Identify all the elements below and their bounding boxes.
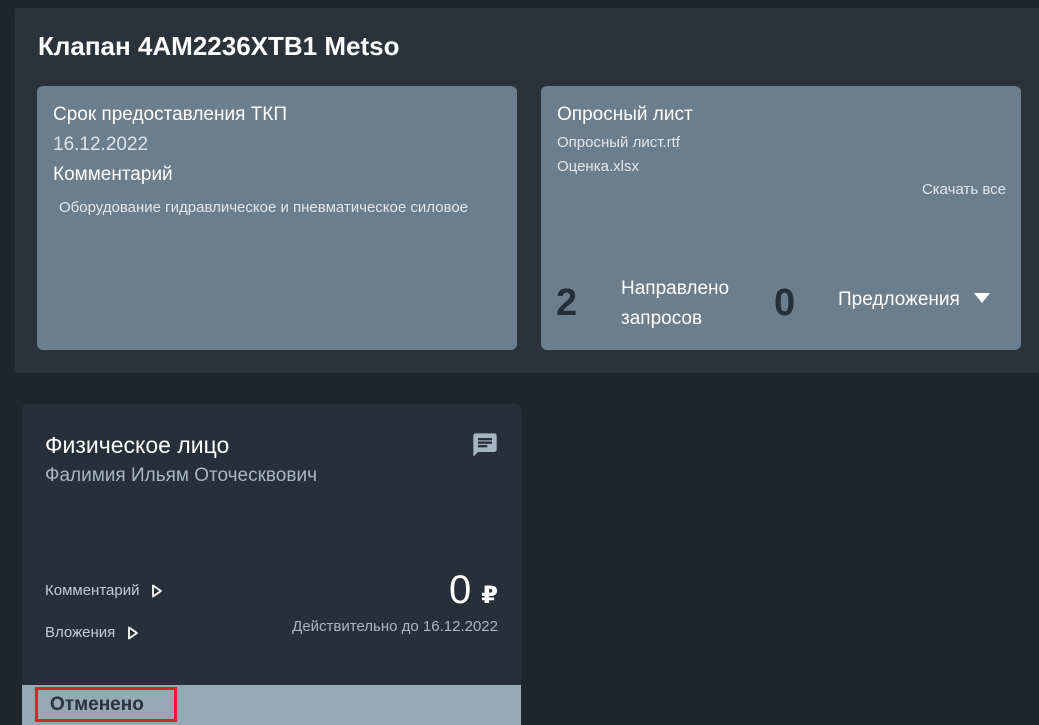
chat-bubble-icon[interactable]: [471, 431, 499, 459]
offer-attachments-label: Вложения: [45, 624, 116, 641]
details-card: Срок предоставления ТКП 16.12.2022 Комме…: [37, 86, 517, 350]
offer-comment-toggle[interactable]: Комментарий: [45, 582, 163, 599]
deadline-label: Срок предоставления ТКП: [53, 104, 287, 125]
offers-label: Предложения: [838, 289, 960, 310]
comment-label: Комментарий: [53, 164, 173, 185]
requests-label: Направлено запросов: [621, 274, 729, 334]
offer-status-bar: Отменено: [22, 685, 521, 725]
questionnaire-card: Опросный лист Опросный лист.rtf Оценка.x…: [541, 86, 1021, 350]
offer-card: Физическое лицо Фалимия Ильям Оточесквов…: [22, 404, 521, 685]
caret-right-icon: [128, 626, 139, 639]
page-title: Клапан 4AM2236XTB1 Metso: [38, 31, 400, 61]
offer-comment-label: Комментарий: [45, 582, 140, 599]
offer-price: 0 ₽: [449, 568, 498, 613]
download-all-link[interactable]: Скачать все: [922, 181, 1006, 198]
offer-attachments-toggle[interactable]: Вложения: [45, 624, 139, 641]
offer-valid-until: Действительно до 16.12.2022: [292, 618, 498, 635]
file-link-estimate[interactable]: Оценка.xlsx: [557, 158, 639, 175]
requests-label-line2: запросов: [621, 308, 703, 329]
file-link-questionnaire[interactable]: Опросный лист.rtf: [557, 134, 680, 151]
questionnaire-label: Опросный лист: [557, 104, 693, 125]
caret-down-icon: [973, 293, 990, 303]
deadline-value: 16.12.2022: [53, 134, 149, 155]
offers-count: 0: [774, 282, 796, 324]
comment-value: Оборудование гидравлическое и пневматиче…: [59, 199, 469, 216]
requests-label-line1: Направлено: [621, 278, 730, 299]
offer-person-name: Фалимия Ильям Оточесквович: [45, 465, 317, 486]
currency-symbol: ₽: [481, 582, 498, 609]
status-badge: Отменено: [35, 687, 177, 722]
requests-count: 2: [556, 282, 578, 324]
offer-price-value: 0: [449, 568, 472, 612]
offers-toggle-button[interactable]: Предложения: [838, 289, 990, 311]
offer-title: Физическое лицо: [45, 432, 230, 458]
caret-right-icon: [152, 584, 163, 597]
